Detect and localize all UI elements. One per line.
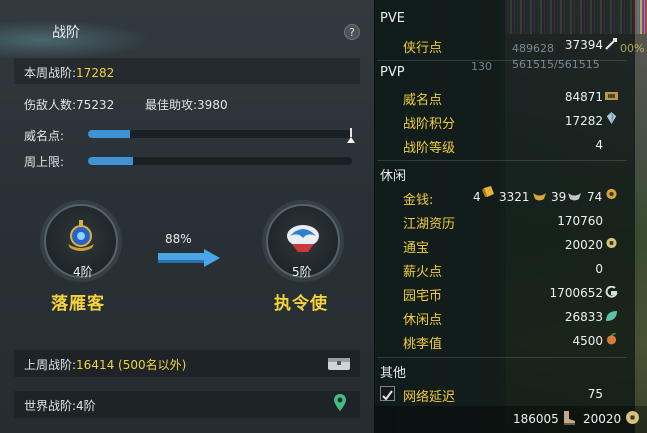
pve-value-0: 37394 <box>564 38 603 52</box>
money-silver: 3321 <box>499 190 530 204</box>
last-week-label: 上周战阶: <box>24 358 77 372</box>
crystal-icon <box>606 112 617 124</box>
silver-ingot-icon <box>533 193 546 201</box>
checkmark-icon <box>382 390 393 401</box>
cap-progress-fill <box>88 157 133 165</box>
leisure-value-3: 1700652 <box>549 286 603 300</box>
divider <box>377 357 627 358</box>
assist-stat: 最佳助攻:3980 <box>145 96 228 113</box>
rank-progress-percent: 88% <box>165 232 192 246</box>
assist-value: 3980 <box>197 98 228 112</box>
fame-label: 威名点: <box>24 129 65 143</box>
tongbao-coin-icon <box>606 237 617 249</box>
leisure-value-5: 4500 <box>572 334 603 348</box>
battle-rank-panel: 战阶 ? 本周战阶:17282 伤敌人数:75232 最佳助攻:3980 威名点… <box>0 0 375 433</box>
sword-icon <box>605 38 617 50</box>
pvp-value-2: 4 <box>595 138 603 152</box>
kills-label: 伤敌人数: <box>24 98 77 112</box>
leisure-value-0: 170760 <box>557 214 603 228</box>
money-copper: 39 <box>551 190 567 204</box>
other-header: 其他 <box>380 366 407 381</box>
peach-icon <box>606 333 617 345</box>
next-rank-num: 5阶 <box>292 265 312 279</box>
leisure-label-1: 通宝 <box>403 241 430 256</box>
leisure-label-5: 桃李值 <box>403 337 443 352</box>
leaf-icon <box>606 311 617 321</box>
location-pin-icon[interactable] <box>334 394 346 412</box>
pve-label-0: 侠行点 <box>403 41 443 56</box>
help-icon[interactable]: ? <box>344 24 360 40</box>
gold-ingot-icon <box>482 186 494 197</box>
pvp-label-0: 威名点 <box>403 93 443 108</box>
last-week-value: 16414 (500名以外) <box>76 358 187 372</box>
weekly-rank: 本周战阶:17282 <box>24 64 114 81</box>
latency-label: 网络延迟 <box>403 390 456 405</box>
latency-checkbox[interactable] <box>380 386 395 401</box>
world-label: 世界战阶: <box>24 399 77 413</box>
current-rank-num: 4阶 <box>73 265 93 279</box>
ghost-percent: 00% <box>620 42 645 55</box>
leisure-label-0: 江湖资历 <box>403 217 456 232</box>
boot-icon <box>564 411 575 425</box>
fame-limit-marker-icon <box>347 128 355 143</box>
money-coin: 74 <box>587 190 603 204</box>
pvp-label-1: 战阶积分 <box>403 117 456 132</box>
world-value: 4阶 <box>76 399 96 413</box>
fame-progress-fill <box>88 130 131 138</box>
current-rank-name: 落雁客 <box>51 294 105 314</box>
arrow-right-icon <box>158 249 220 267</box>
currency-panel: 489628 561515/561515 00% 130 PVE 侠行点 373… <box>375 0 647 433</box>
footer-right-value: 20020 <box>583 412 622 426</box>
kills-stat: 伤敌人数:75232 <box>24 96 114 113</box>
house-coin-icon <box>605 286 618 298</box>
leisure-label-2: 薪火点 <box>403 265 443 280</box>
fame-badge-icon <box>605 92 618 100</box>
kills-value: 75232 <box>76 98 115 112</box>
cap-progress-bar <box>88 157 352 165</box>
fame-progress-bar <box>88 130 352 138</box>
last-week-rank: 上周战阶:16414 (500名以外) <box>24 356 186 373</box>
leisure-label-4: 休闲点 <box>403 313 443 328</box>
leisure-header: 休闲 <box>380 169 407 184</box>
leisure-label-3: 园宅币 <box>403 289 443 304</box>
divider <box>377 60 627 61</box>
leisure-value-1: 20020 <box>564 238 603 252</box>
coin-icon <box>606 188 617 200</box>
leisure-value-4: 26833 <box>564 310 603 324</box>
leisure-value-2: 0 <box>595 262 603 276</box>
footer-left-value: 186005 <box>513 412 559 426</box>
ghost-level: 130 <box>471 60 492 73</box>
pvp-value-0: 84871 <box>564 90 603 104</box>
world-rank: 世界战阶:4阶 <box>24 397 96 414</box>
panel-title: 战阶 <box>52 25 80 41</box>
money-label: 金钱: <box>403 193 434 208</box>
chest-icon[interactable] <box>327 355 351 371</box>
money-gold: 4 <box>473 190 481 204</box>
next-rank-name: 执令使 <box>274 294 328 314</box>
assist-label: 最佳助攻: <box>145 98 198 112</box>
latency-value: 75 <box>587 387 603 401</box>
pvp-label-2: 战阶等级 <box>403 141 456 156</box>
tongbao-coin-icon <box>626 411 639 424</box>
copper-ingot-icon <box>568 193 581 201</box>
divider <box>377 160 627 161</box>
cap-label: 周上限: <box>24 155 65 169</box>
ghost-hp-text-1: 489628 <box>512 42 554 55</box>
pvp-header: PVP <box>380 65 405 80</box>
weekly-rank-value: 17282 <box>76 66 115 80</box>
pve-header: PVE <box>380 11 405 26</box>
pvp-value-1: 17282 <box>564 114 603 128</box>
weekly-rank-label: 本周战阶: <box>24 66 77 80</box>
